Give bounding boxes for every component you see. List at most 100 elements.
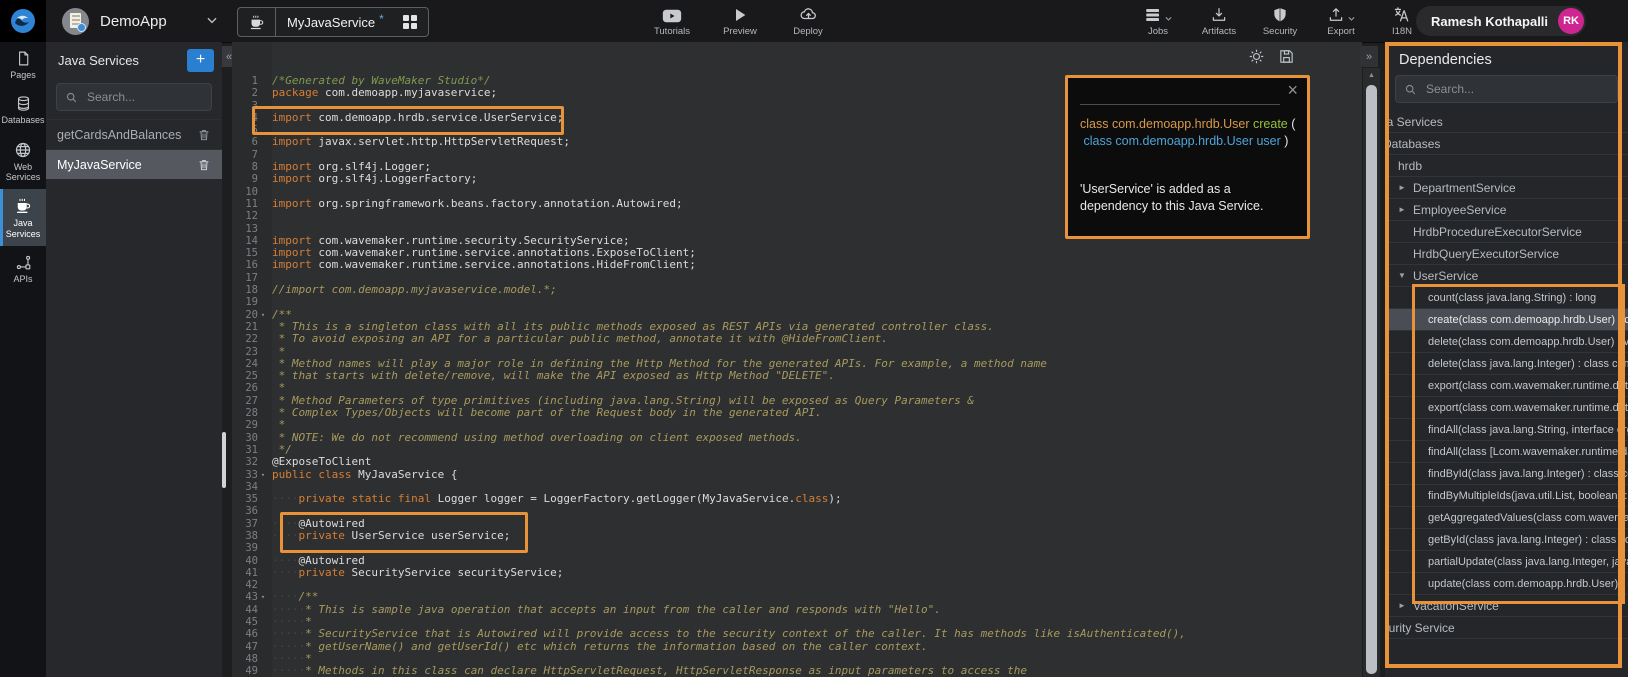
tree-item-label: delete(class com.demoapp.hrdb.User) : vo…	[1428, 336, 1628, 348]
method-item-findall[interactable]: findAll(class java.lang.String, interfac…	[1385, 419, 1628, 441]
method-item-findbyid[interactable]: findById(class java.lang.Integer) : clas…	[1385, 463, 1628, 485]
fold-gutter	[258, 481, 268, 493]
method-item-update[interactable]: update(class com.demoapp.hrdb.User) : cl	[1385, 573, 1628, 595]
tree-item-label: findById(class java.lang.Integer) : clas…	[1428, 468, 1628, 480]
method-item-findall[interactable]: findAll(class [Lcom.wavemaker.runtime.da…	[1385, 441, 1628, 463]
close-icon[interactable]: ×	[1287, 81, 1298, 99]
method-item-count[interactable]: count(class java.lang.String) : long	[1385, 287, 1628, 309]
chevron-expanded-icon[interactable]: ▼	[1398, 271, 1413, 280]
services-scrollbar[interactable]	[222, 432, 226, 488]
line-number: 3	[232, 100, 258, 112]
fold-gutter	[258, 604, 268, 616]
method-item-delete[interactable]: delete(class java.lang.Integer) : class …	[1385, 353, 1628, 375]
code-line: 38····private UserService userService;	[232, 530, 1362, 542]
add-service-button[interactable]: +	[187, 49, 214, 72]
dependency-popup: × class com.demoapp.hrdb.User create ( c…	[1065, 75, 1310, 239]
tree-item-hrdb[interactable]: hrdb	[1385, 155, 1628, 177]
editor-scrollbar[interactable]: ▲	[1363, 68, 1380, 677]
chevron-collapsed-icon[interactable]: ►	[1398, 183, 1413, 192]
line-number: 47	[232, 641, 258, 653]
line-number: 20	[232, 309, 258, 321]
tool-artifacts[interactable]: Artifacts	[1197, 5, 1241, 37]
service-item-MyJavaService[interactable]: MyJavaService	[46, 149, 222, 179]
rail-item-apis[interactable]: APIs	[0, 246, 46, 291]
chevron-collapsed-icon[interactable]: ►	[1398, 601, 1413, 610]
fold-icon[interactable]: ▾	[258, 469, 268, 481]
rail-item-web-services[interactable]: Web Services	[0, 133, 46, 190]
line-number: 1	[232, 75, 258, 87]
tool-tutorials[interactable]: Tutorials	[650, 5, 694, 37]
trash-icon[interactable]	[197, 128, 211, 142]
method-item-delete[interactable]: delete(class com.demoapp.hrdb.User) : vo…	[1385, 331, 1628, 353]
dependencies-title: Dependencies	[1385, 42, 1628, 68]
method-item-getaggregatedvalues[interactable]: getAggregatedValues(class com.wavemak	[1385, 507, 1628, 529]
fold-gutter	[258, 493, 268, 505]
tool-deploy[interactable]: Deploy	[786, 5, 830, 37]
scrollbar-thumb[interactable]	[1366, 85, 1377, 674]
tree-item-vacationservice[interactable]: ►VacationService	[1385, 595, 1628, 617]
user-menu[interactable]: Ramesh Kothapalli RK	[1416, 6, 1586, 36]
expand-panel-button[interactable]: »	[1360, 46, 1378, 67]
project-switcher[interactable]: DemoApp	[62, 0, 167, 42]
editor-settings-button[interactable]	[1248, 48, 1265, 65]
scroll-up-icon[interactable]: ▲	[1363, 68, 1380, 79]
tool-export[interactable]: Export	[1319, 5, 1363, 37]
chevron-down-icon[interactable]	[205, 13, 219, 27]
fold-gutter	[258, 149, 268, 161]
code-line: 18//import com.demoapp.myjavaservice.mod…	[232, 284, 1362, 296]
line-number: 8	[232, 161, 258, 173]
tab-myjavaservice[interactable]: MyJavaService *	[276, 8, 393, 36]
wavemaker-logo[interactable]	[0, 0, 46, 42]
method-item-export[interactable]: export(class com.wavemaker.runtime.data	[1385, 397, 1628, 419]
fold-icon[interactable]: ▾	[258, 591, 268, 603]
line-number: 13	[232, 223, 258, 235]
trash-icon[interactable]	[197, 158, 211, 172]
service-grid-button[interactable]	[393, 8, 428, 36]
chevron-collapsed-icon[interactable]: ►	[1398, 205, 1413, 214]
code-line: 31 */	[232, 444, 1362, 456]
tree-item-employeeservice[interactable]: ►EmployeeService	[1385, 199, 1628, 221]
rail-item-pages[interactable]: Pages	[0, 42, 46, 87]
tree-item-java-services[interactable]: Java Services	[1385, 111, 1628, 133]
method-item-create[interactable]: create(class com.demoapp.hrdb.User) : cl…	[1385, 309, 1628, 331]
topbar: DemoApp MyJavaService * Tutorials Preview…	[0, 0, 1628, 43]
tool-preview[interactable]: Preview	[718, 5, 762, 37]
fold-gutter	[258, 247, 268, 259]
tree-item-databases[interactable]: Databases	[1385, 133, 1628, 155]
method-item-partialupdate[interactable]: partialUpdate(class java.lang.Integer, j…	[1385, 551, 1628, 573]
service-item-getCardsAndBalances[interactable]: getCardsAndBalances	[46, 119, 222, 149]
tool-security[interactable]: Security	[1258, 5, 1302, 37]
database-icon	[15, 95, 32, 112]
unsaved-indicator: *	[379, 12, 384, 26]
fold-gutter	[258, 235, 268, 247]
dependencies-search-input[interactable]	[1424, 81, 1609, 97]
rail-item-databases[interactable]: Databases	[0, 87, 46, 132]
fold-gutter	[258, 665, 268, 677]
tree-item-hrdbprocedureexecutorservice[interactable]: HrdbProcedureExecutorService	[1385, 221, 1628, 243]
fold-icon[interactable]: ▾	[258, 309, 268, 321]
method-item-findbymultipleids[interactable]: findByMultipleIds(java.util.List, boolea…	[1385, 485, 1628, 507]
tree-item-userservice[interactable]: ▼UserService	[1385, 265, 1628, 287]
line-number: 27	[232, 395, 258, 407]
line-number: 22	[232, 333, 258, 345]
fold-gutter	[258, 542, 268, 554]
tool-jobs[interactable]: Jobs	[1136, 5, 1180, 37]
tree-item-security-service[interactable]: Security Service	[1385, 617, 1628, 639]
rail-item-java-services[interactable]: Java Services	[0, 189, 46, 246]
tree-item-departmentservice[interactable]: ►DepartmentService	[1385, 177, 1628, 199]
fold-gutter	[258, 284, 268, 296]
popup-message: 'UserService' is added as a dependency t…	[1080, 181, 1292, 215]
fold-gutter	[258, 444, 268, 456]
popup-divider	[1080, 104, 1280, 105]
code-text	[268, 210, 279, 222]
line-number: 14	[232, 235, 258, 247]
method-item-getbyid[interactable]: getById(class java.lang.Integer) : class…	[1385, 529, 1628, 551]
line-number: 30	[232, 432, 258, 444]
fold-gutter	[258, 382, 268, 394]
line-number: 32	[232, 456, 258, 468]
method-item-export[interactable]: export(class com.wavemaker.runtime.data	[1385, 375, 1628, 397]
tree-item-hrdbqueryexecutorservice[interactable]: HrdbQueryExecutorService	[1385, 243, 1628, 265]
services-search-input[interactable]	[85, 89, 203, 105]
save-button[interactable]	[1278, 48, 1295, 65]
code-line: 49·····* Methods in this class can decla…	[232, 665, 1362, 677]
